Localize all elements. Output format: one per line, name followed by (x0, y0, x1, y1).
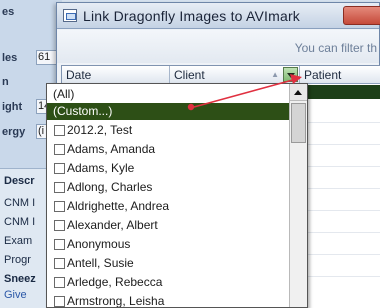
scrollbar-thumb[interactable] (291, 103, 306, 143)
dropdown-scrollbar[interactable] (289, 84, 307, 307)
option-label: Adams, Amanda (67, 142, 156, 156)
filter-option-client[interactable]: Aldrighette, Andrea (47, 198, 289, 215)
close-button[interactable] (343, 6, 380, 25)
app-window-icon (63, 9, 77, 22)
bg-list-item[interactable]: Sneez (4, 273, 36, 285)
bg-list-item[interactable]: Progr (4, 254, 31, 266)
column-header-label: Patient (304, 68, 342, 82)
option-label: Arledge, Rebecca (67, 275, 163, 289)
option-label: Armstrong, Leisha (67, 294, 165, 308)
grid-row-divider (300, 122, 380, 123)
checkbox[interactable] (54, 125, 65, 136)
checkbox[interactable] (54, 239, 65, 250)
option-label: (Custom...) (53, 104, 113, 118)
filter-option-client[interactable]: Armstrong, Leisha (47, 293, 289, 308)
grid-row-divider (300, 254, 380, 255)
grid-row-divider (300, 144, 380, 145)
dialog-title: Link Dragonfly Images to AVImark (83, 8, 301, 24)
filter-strip: You can filter th (57, 30, 379, 63)
bg-field[interactable]: 61 (36, 50, 58, 65)
filter-option-client[interactable]: Alexander, Albert (47, 217, 289, 234)
bg-label: ight (2, 101, 23, 113)
option-label: Anonymous (67, 237, 131, 251)
column-header-label: Date (66, 68, 92, 82)
checkbox[interactable] (54, 220, 65, 231)
column-header-patient[interactable]: Patient (300, 66, 380, 84)
bg-list-item[interactable]: CNM I (4, 216, 35, 228)
option-label: Antell, Susie (67, 256, 134, 270)
column-header-client[interactable]: Client ▲ (170, 66, 300, 84)
bg-label: les (2, 52, 18, 64)
option-label: Aldrighette, Andrea (67, 199, 170, 213)
grid-row-divider (300, 232, 380, 233)
filter-option-client[interactable]: Anonymous (47, 236, 289, 253)
filter-option-all[interactable]: (All) (47, 86, 289, 103)
bg-label: n (2, 76, 9, 88)
grid-row-divider (300, 276, 380, 277)
option-label: Adams, Kyle (67, 161, 135, 175)
option-label: 2012.2, Test (67, 123, 133, 137)
checkbox[interactable] (54, 144, 65, 155)
filter-option-client[interactable]: Arledge, Rebecca (47, 274, 289, 291)
selected-grid-row[interactable] (300, 85, 380, 99)
sort-indicator-icon: ▲ (271, 70, 279, 79)
checkbox[interactable] (54, 163, 65, 174)
column-header-date[interactable]: Date (62, 66, 170, 84)
filter-option-client[interactable]: Adams, Kyle (47, 160, 289, 177)
grid-row-divider (300, 166, 380, 167)
dialog-titlebar[interactable]: Link Dragonfly Images to AVImark (57, 3, 380, 29)
filter-option-custom[interactable]: (Custom...) (47, 103, 289, 120)
client-filter-dropdown[interactable]: (All) (Custom...) 2012.2, Test Adams, Am… (46, 83, 308, 308)
grid-row-divider (300, 210, 380, 211)
option-label: Alexander, Albert (67, 218, 158, 232)
filter-hint-text: You can filter th (294, 41, 377, 55)
checkbox[interactable] (54, 182, 65, 193)
checkbox[interactable] (54, 201, 65, 212)
scroll-up-icon[interactable] (290, 84, 307, 101)
filter-option-client[interactable]: 2012.2, Test (47, 122, 289, 139)
column-header-label: Client (174, 68, 205, 82)
bg-label: ergy (2, 126, 26, 138)
filter-option-client[interactable]: Adams, Amanda (47, 141, 289, 158)
bg-list-item[interactable]: Give (4, 289, 27, 301)
grid-row-divider (300, 188, 380, 189)
filter-option-client[interactable]: Antell, Susie (47, 255, 289, 272)
bg-list-item[interactable]: Exam (4, 235, 32, 247)
checkbox[interactable] (54, 277, 65, 288)
checkbox[interactable] (54, 296, 65, 307)
option-label: (All) (53, 87, 75, 101)
option-label: Adlong, Charles (67, 180, 153, 194)
bg-list-item[interactable]: CNM I (4, 197, 35, 209)
checkbox[interactable] (54, 258, 65, 269)
filter-dropdown-button[interactable] (283, 67, 298, 82)
bg-section-title: Descr (4, 175, 35, 187)
bg-label: es (2, 6, 15, 18)
filter-option-client[interactable]: Adlong, Charles (47, 179, 289, 196)
